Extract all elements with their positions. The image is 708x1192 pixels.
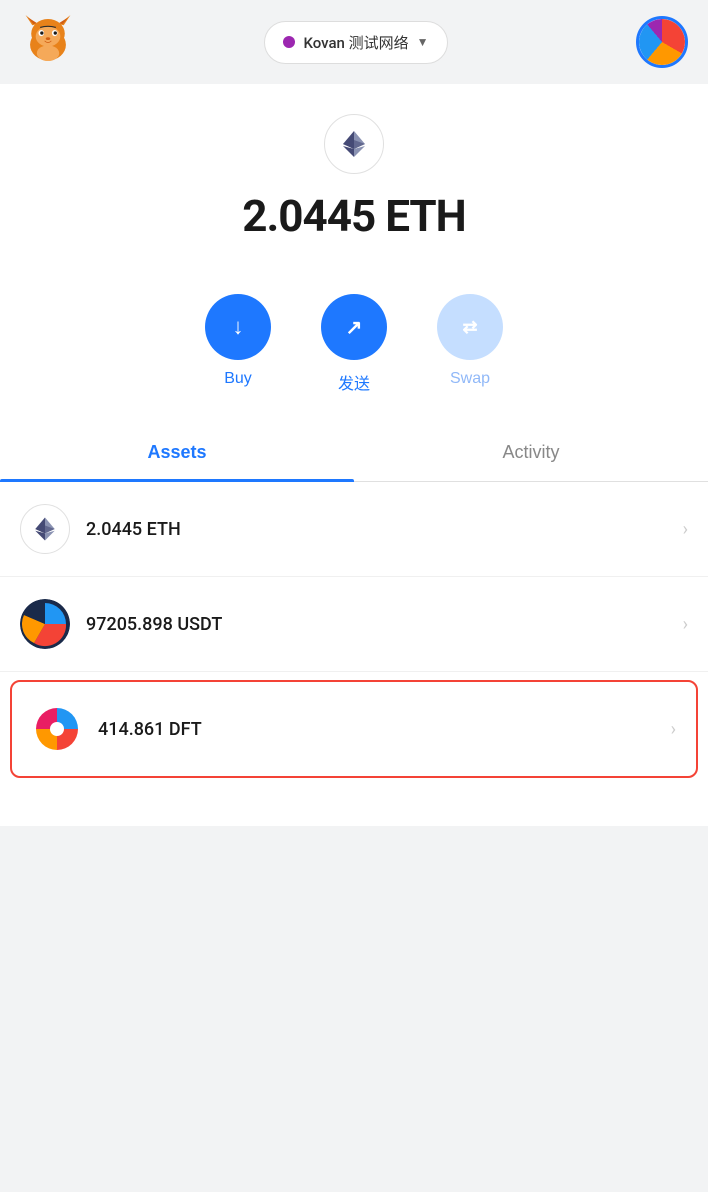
metamask-logo: [20, 14, 76, 70]
swap-icon: ⇄: [462, 317, 477, 338]
action-buttons: ↓ Buy ↗ 发送 ⇄ Swap: [0, 266, 708, 414]
buy-label: Buy: [224, 370, 252, 388]
dft-asset-icon: [32, 704, 82, 754]
balance-section: 2.0445 ETH: [0, 84, 708, 266]
dft-asset-name: 414.861 DFT: [98, 719, 202, 740]
swap-button[interactable]: ⇄ Swap: [437, 294, 503, 394]
avatar-image: [639, 19, 685, 65]
balance-amount: 2.0445 ETH: [242, 190, 465, 242]
eth-chevron-icon: ›: [683, 519, 688, 540]
send-icon-circle: ↗: [321, 294, 387, 360]
eth-asset-icon: [20, 504, 70, 554]
buy-icon-circle: ↓: [205, 294, 271, 360]
send-icon: ↗: [346, 315, 363, 340]
eth-asset-name: 2.0445 ETH: [86, 519, 181, 540]
main-content: 2.0445 ETH ↓ Buy ↗ 发送 ⇄ Swap Assets: [0, 84, 708, 826]
dft-chevron-icon: ›: [671, 719, 676, 740]
tab-activity[interactable]: Activity: [354, 424, 708, 481]
network-name: Kovan 测试网络: [303, 32, 408, 53]
usdt-chevron-icon: ›: [683, 614, 688, 635]
header: Kovan 测试网络 ▼: [0, 0, 708, 84]
avatar[interactable]: [636, 16, 688, 68]
download-icon: ↓: [233, 314, 244, 340]
send-button[interactable]: ↗ 发送: [321, 294, 387, 394]
chevron-down-icon: ▼: [417, 35, 429, 49]
asset-row-eth[interactable]: 2.0445 ETH ›: [0, 482, 708, 577]
swap-icon-circle: ⇄: [437, 294, 503, 360]
usdt-asset-icon: [20, 599, 70, 649]
usdt-asset-info: 97205.898 USDT: [86, 614, 673, 635]
network-dot: [283, 36, 295, 48]
asset-row-usdt[interactable]: 97205.898 USDT ›: [0, 577, 708, 672]
usdt-asset-name: 97205.898 USDT: [86, 614, 222, 635]
eth-asset-info: 2.0445 ETH: [86, 519, 673, 540]
tab-assets[interactable]: Assets: [0, 424, 354, 481]
asset-list: 2.0445 ETH › 97205.898 USDT ›: [0, 482, 708, 778]
network-selector[interactable]: Kovan 测试网络 ▼: [264, 21, 447, 64]
buy-button[interactable]: ↓ Buy: [205, 294, 271, 394]
tabs: Assets Activity: [0, 424, 708, 482]
eth-logo: [324, 114, 384, 174]
swap-label: Swap: [450, 370, 490, 388]
send-label: 发送: [338, 370, 370, 394]
dft-asset-info: 414.861 DFT: [98, 719, 661, 740]
asset-row-dft[interactable]: 414.861 DFT ›: [10, 680, 698, 778]
